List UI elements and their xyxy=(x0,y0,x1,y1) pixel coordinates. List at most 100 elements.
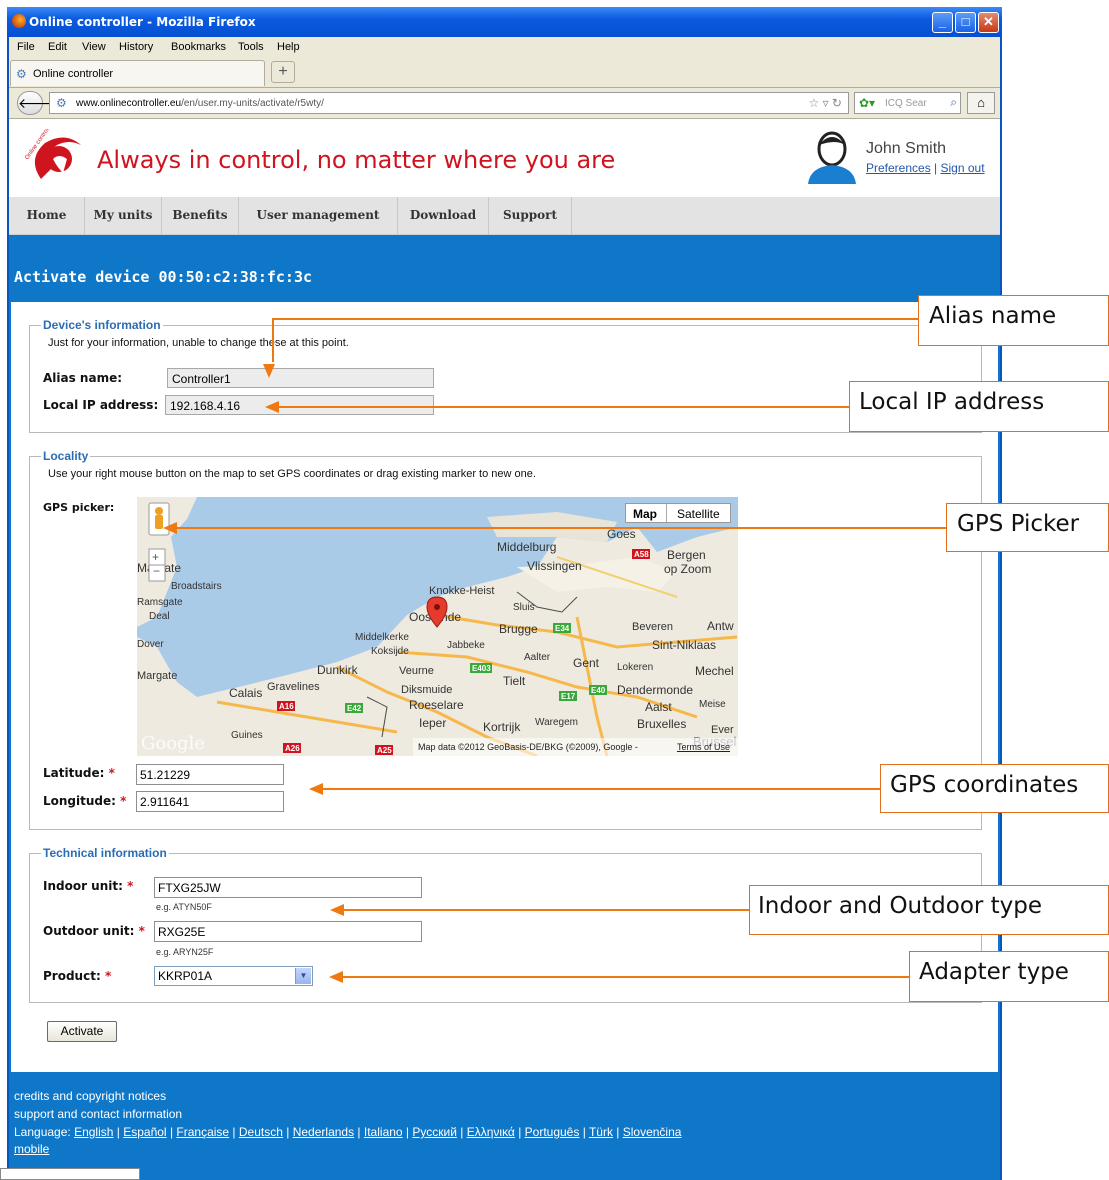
map-type-control: Map Satellite xyxy=(625,503,731,523)
maximize-button[interactable]: □ xyxy=(955,12,976,33)
gps-map[interactable]: Goes Middelburg Vlissingen Bergen op Zoo… xyxy=(137,497,738,756)
svg-text:Ever: Ever xyxy=(711,724,734,736)
search-engine-icon: ✿▾ xyxy=(859,96,876,110)
product-select[interactable]: KKRP01A ▼ xyxy=(154,966,313,986)
language-italiano[interactable]: Italiano xyxy=(364,1125,403,1139)
svg-text:Dendermonde: Dendermonde xyxy=(617,683,693,697)
activate-button[interactable]: Activate xyxy=(47,1021,117,1042)
svg-text:Meise: Meise xyxy=(699,699,726,710)
chevron-down-icon[interactable]: ▼ xyxy=(295,968,311,984)
device-info-hint: Just for your information, unable to cha… xyxy=(48,337,349,349)
minimize-button[interactable]: _ xyxy=(932,12,953,33)
footer-credits[interactable]: credits and copyright notices xyxy=(14,1089,166,1103)
url-bar[interactable]: ⚙ www.onlinecontroller.eu/en/user.my-uni… xyxy=(49,92,849,114)
footer-support[interactable]: support and contact information xyxy=(14,1107,182,1121)
close-window-button[interactable]: ✕ xyxy=(978,12,999,33)
unit-type-callout-line xyxy=(343,909,749,911)
outdoor-unit-input[interactable]: RXG25E xyxy=(154,921,422,942)
svg-text:Bruxelles: Bruxelles xyxy=(637,717,686,731)
site-footer: credits and copyright notices support an… xyxy=(9,1072,1000,1180)
menu-edit[interactable]: Edit xyxy=(48,41,67,53)
back-button[interactable]: 🡐 xyxy=(17,91,56,115)
nav-home[interactable]: Home xyxy=(9,197,85,234)
latitude-input[interactable]: 51.21229 xyxy=(136,764,284,785)
nav-support[interactable]: Support xyxy=(489,197,572,234)
gps-picker-arrowhead xyxy=(163,522,177,534)
map-type-map-button[interactable]: Map xyxy=(633,507,657,521)
locality-hint: Use your right mouse button on the map t… xyxy=(48,468,536,480)
language-deutsch[interactable]: Deutsch xyxy=(239,1125,283,1139)
tab-label: Online controller xyxy=(33,68,114,80)
online-controller-logo[interactable]: Online controller xyxy=(23,129,93,189)
adapter-callout-line xyxy=(342,976,909,978)
svg-text:Dunkirk: Dunkirk xyxy=(317,663,359,677)
outdoor-unit-label: Outdoor unit: * xyxy=(43,924,145,938)
svg-text:Roeselare: Roeselare xyxy=(409,698,464,712)
svg-text:Waregem: Waregem xyxy=(535,717,578,728)
language-portugues[interactable]: Português xyxy=(525,1125,580,1139)
indoor-unit-input[interactable]: FTXG25JW xyxy=(154,877,422,898)
map-copyright: Map data ©2012 GeoBasis-DE/BKG (©2009), … xyxy=(418,742,638,752)
svg-text:Middelkerke: Middelkerke xyxy=(355,632,409,643)
tab-online-controller[interactable]: ⚙ Online controller xyxy=(10,60,265,86)
svg-text:A16: A16 xyxy=(279,702,294,711)
menu-help[interactable]: Help xyxy=(277,41,300,53)
search-placeholder: ICQ Sear xyxy=(885,98,927,109)
menu-bookmarks[interactable]: Bookmarks xyxy=(171,41,226,53)
outdoor-unit-example: e.g. ARYN25F xyxy=(156,947,214,957)
svg-text:A58: A58 xyxy=(634,550,649,559)
menu-view[interactable]: View xyxy=(82,41,106,53)
indoor-unit-example: e.g. ATYN50F xyxy=(156,902,212,912)
search-icon[interactable]: ⌕ xyxy=(950,95,957,110)
ip-callout: Local IP address xyxy=(849,381,1109,432)
ip-label: Local IP address: xyxy=(43,398,159,412)
language-russian[interactable]: Русский xyxy=(412,1125,457,1139)
svg-text:Diksmuide: Diksmuide xyxy=(401,684,452,696)
svg-text:Goes: Goes xyxy=(607,527,636,541)
language-nederlands[interactable]: Nederlands xyxy=(293,1125,354,1139)
language-francaise[interactable]: Française xyxy=(176,1125,229,1139)
tab-bar: ⚙ Online controller + xyxy=(9,57,1000,88)
menu-file[interactable]: File xyxy=(17,41,35,53)
svg-text:Mechel: Mechel xyxy=(695,664,734,678)
url-text: www.onlinecontroller.eu/en/user.my-units… xyxy=(76,98,324,109)
new-tab-button[interactable]: + xyxy=(271,61,295,83)
site-header: Online controller Always in control, no … xyxy=(9,119,1000,197)
footer-languages: Language: English | Español | Française … xyxy=(14,1125,682,1139)
language-greek[interactable]: Ελληνικά xyxy=(467,1125,515,1139)
svg-text:Lokeren: Lokeren xyxy=(617,662,653,673)
bookmark-star-icon[interactable]: ☆ ▿ ↻ xyxy=(808,96,842,110)
mobile-link[interactable]: mobile xyxy=(14,1142,49,1156)
user-name: John Smith xyxy=(866,140,947,157)
preferences-link[interactable]: Preferences xyxy=(866,161,931,175)
nav-download[interactable]: Download xyxy=(398,197,489,234)
svg-text:E42: E42 xyxy=(347,704,362,713)
map-type-satellite-button[interactable]: Satellite xyxy=(677,507,720,521)
search-input[interactable]: ✿▾ ICQ Sear ⌕ xyxy=(854,92,961,114)
svg-text:Antw: Antw xyxy=(707,619,734,633)
home-button[interactable]: ⌂ xyxy=(967,92,995,114)
nav-user-management[interactable]: User management xyxy=(239,197,398,234)
nav-benefits[interactable]: Benefits xyxy=(162,197,239,234)
language-english[interactable]: English xyxy=(74,1125,113,1139)
map-terms-link[interactable]: Terms of Use xyxy=(677,742,730,752)
map-canvas[interactable]: Goes Middelburg Vlissingen Bergen op Zoo… xyxy=(137,497,738,756)
longitude-input[interactable]: 2.911641 xyxy=(136,791,284,812)
svg-text:Veurne: Veurne xyxy=(399,665,434,677)
menu-history[interactable]: History xyxy=(119,41,153,53)
sign-out-link[interactable]: Sign out xyxy=(941,161,985,175)
page-title: Activate device 00:50:c2:38:fc:3c xyxy=(14,268,313,286)
menu-tools[interactable]: Tools xyxy=(238,41,264,53)
language-turk[interactable]: Türk xyxy=(589,1125,613,1139)
svg-text:Jabbeke: Jabbeke xyxy=(447,640,485,651)
zoom-in-button[interactable]: + xyxy=(152,550,159,564)
svg-text:Deal: Deal xyxy=(149,611,170,622)
svg-text:Kortrijk: Kortrijk xyxy=(483,720,521,734)
zoom-out-button[interactable]: − xyxy=(153,564,160,578)
language-slovencina[interactable]: Slovenčina xyxy=(623,1125,682,1139)
svg-text:Tielt: Tielt xyxy=(503,674,526,688)
menu-bar: File Edit View History Bookmarks Tools H… xyxy=(9,37,1000,57)
language-espanol[interactable]: Español xyxy=(123,1125,166,1139)
nav-my-units[interactable]: My units xyxy=(85,197,162,234)
gps-picker-callout-line xyxy=(176,527,946,529)
